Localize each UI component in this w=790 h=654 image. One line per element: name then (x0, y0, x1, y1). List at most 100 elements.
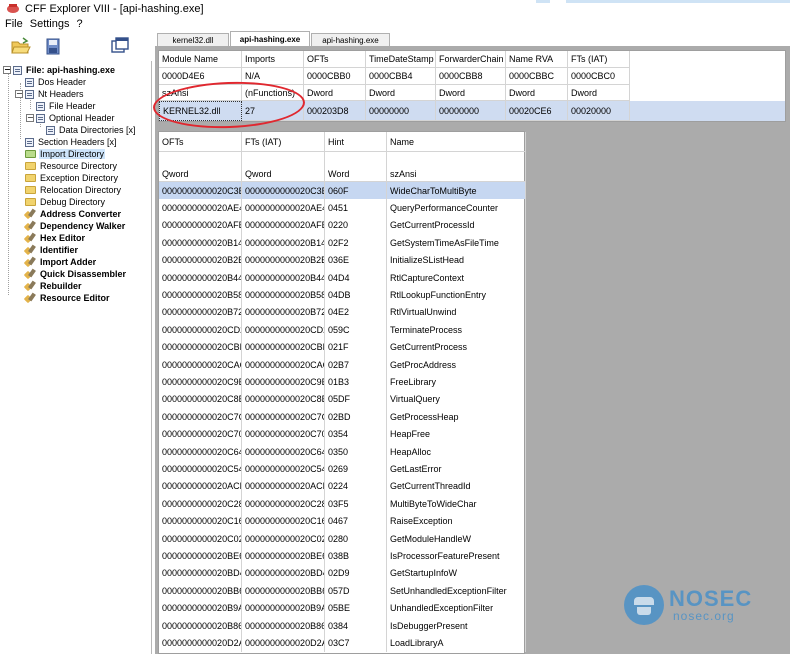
oft-cell[interactable]: 0000000000020BE6 (159, 547, 242, 565)
column-header-fts-iat[interactable]: FTs (IAT) (242, 132, 325, 152)
ft-iat-cell[interactable]: 0000000000020C3E (242, 182, 325, 200)
tree-item-section-headers[interactable]: Section Headers [x] (25, 136, 118, 148)
table-row[interactable]: 0000000000020CAC 0000000000020CAC 02B7 GetP… (159, 356, 526, 374)
hint-cell[interactable]: 04DB (325, 286, 387, 304)
imports-count-cell[interactable]: 27 (242, 101, 304, 121)
table-row[interactable]: 0000000000020ACE 0000000000020ACE 0224 GetC… (159, 477, 526, 496)
function-name-cell[interactable]: RtlCaptureContext (387, 269, 526, 287)
table-row[interactable]: 0000000000020C02 0000000000020C02 0280 GetM… (159, 530, 526, 548)
ft-iat-cell[interactable]: 0000000000020B44 (242, 269, 325, 287)
fts-iat-cell[interactable]: 00020000 (568, 101, 630, 121)
tab-api-hashing-active[interactable]: api-hashing.exe (230, 31, 310, 46)
table-row[interactable]: 0000000000020CBE 0000000000020CBE 021F GetC… (159, 338, 526, 356)
column-header-forwarderchain[interactable]: ForwarderChain (436, 51, 506, 68)
hint-cell[interactable]: 05BE (325, 599, 387, 617)
ft-iat-cell[interactable]: 0000000000020B9A (242, 599, 325, 617)
table-row[interactable]: 0000000000020AFE 0000000000020AFE 0220 GetC… (159, 216, 526, 235)
tree-item-debug-directory[interactable]: Debug Directory (25, 196, 106, 208)
hint-cell[interactable]: 03F5 (325, 495, 387, 513)
hint-cell[interactable]: 0451 (325, 199, 387, 217)
tab-kernel32[interactable]: kernel32.dll (157, 33, 229, 46)
table-row[interactable]: 0000000000020C54 0000000000020C54 0269 GetL… (159, 460, 526, 478)
table-row[interactable]: 0000000000020BE6 0000000000020BE6 038B IsPr… (159, 547, 526, 565)
table-row[interactable]: 0000000000020B72 0000000000020B72 04E2 RtlV… (159, 303, 526, 322)
function-name-cell[interactable]: IsProcessorFeaturePresent (387, 547, 526, 565)
tree-item-optional-header[interactable]: − Optional Header (26, 112, 116, 124)
ft-iat-cell[interactable]: 0000000000020C54 (242, 460, 325, 478)
hint-cell[interactable]: 04D4 (325, 269, 387, 287)
oft-cell[interactable]: 0000000000020CD2 (159, 321, 242, 339)
forwarderchain-cell[interactable]: 00000000 (436, 101, 506, 121)
hint-cell[interactable]: 0220 (325, 216, 387, 235)
hint-cell[interactable]: 036E (325, 251, 387, 269)
hint-cell[interactable]: 0280 (325, 530, 387, 548)
column-header-fts-iat[interactable]: FTs (IAT) (568, 51, 630, 68)
menu-file[interactable]: File (4, 18, 29, 30)
timedatestamp-cell[interactable]: 00000000 (366, 101, 436, 121)
hint-cell[interactable]: 02D9 (325, 564, 387, 583)
tab-api-hashing[interactable]: api-hashing.exe (311, 33, 390, 46)
collapse-icon[interactable]: − (15, 90, 23, 98)
ft-iat-cell[interactable]: 0000000000020C7C (242, 408, 325, 426)
function-name-cell[interactable]: GetCurrentProcess (387, 338, 526, 356)
ft-iat-cell[interactable]: 0000000000020C02 (242, 530, 325, 548)
hint-cell[interactable]: 02F2 (325, 234, 387, 252)
hint-cell[interactable]: 0467 (325, 512, 387, 530)
tree-item-hex-editor[interactable]: Hex Editor (25, 232, 86, 244)
ofts-cell[interactable]: 000203D8 (304, 101, 366, 121)
window-button[interactable] (107, 34, 133, 58)
oft-cell[interactable]: 0000000000020C3E (159, 182, 242, 200)
oft-cell[interactable]: 0000000000020B44 (159, 269, 242, 287)
ft-iat-cell[interactable]: 0000000000020C70 (242, 425, 325, 443)
oft-cell[interactable]: 0000000000020C70 (159, 425, 242, 443)
open-file-button[interactable] (8, 34, 34, 58)
ft-iat-cell[interactable]: 0000000000020B86 (242, 617, 325, 635)
ft-iat-cell[interactable]: 0000000000020CD2 (242, 321, 325, 339)
function-name-cell[interactable]: GetStartupInfoW (387, 564, 526, 583)
function-name-cell[interactable]: RaiseException (387, 512, 526, 530)
oft-cell[interactable]: 0000000000020CAC (159, 356, 242, 374)
function-name-cell[interactable]: GetCurrentProcessId (387, 216, 526, 235)
hint-cell[interactable]: 038B (325, 547, 387, 565)
hint-cell[interactable]: 0350 (325, 443, 387, 461)
tree-item-exception-directory[interactable]: Exception Directory (25, 172, 119, 184)
table-row[interactable]: 0000000000020B2E 0000000000020B2E 036E Init… (159, 251, 526, 269)
tree-item-file[interactable]: − File: api-hashing.exe (3, 64, 116, 76)
oft-cell[interactable]: 0000000000020B86 (159, 617, 242, 635)
hint-cell[interactable]: 0354 (325, 425, 387, 443)
ft-iat-cell[interactable]: 0000000000020B14 (242, 234, 325, 252)
function-name-cell[interactable]: GetModuleHandleW (387, 530, 526, 548)
menu-help[interactable]: ? (75, 18, 88, 30)
oft-cell[interactable]: 0000000000020AFE (159, 216, 242, 235)
hint-cell[interactable]: 060F (325, 182, 387, 200)
oft-cell[interactable]: 0000000000020CBE (159, 338, 242, 356)
ft-iat-cell[interactable]: 0000000000020C8E (242, 390, 325, 409)
hint-cell[interactable]: 0269 (325, 460, 387, 478)
table-row[interactable]: 0000000000020CD2 0000000000020CD2 059C Term… (159, 321, 526, 339)
tree-item-import-adder[interactable]: Import Adder (25, 256, 97, 268)
hint-cell[interactable]: 0224 (325, 477, 387, 496)
ft-iat-cell[interactable]: 0000000000020B72 (242, 303, 325, 322)
tree-item-import-directory[interactable]: Import Directory (25, 148, 106, 160)
table-row[interactable]: 0000000000020B14 0000000000020B14 02F2 GetS… (159, 234, 526, 252)
oft-cell[interactable]: 0000000000020BD4 (159, 564, 242, 583)
oft-cell[interactable]: 0000000000020B9A (159, 599, 242, 617)
hint-cell[interactable]: 021F (325, 338, 387, 356)
function-name-cell[interactable]: IsDebuggerPresent (387, 617, 526, 635)
table-row[interactable]: 0000000000020C16 0000000000020C16 0467 Rais… (159, 512, 526, 530)
table-row[interactable]: 0000000000020C64 0000000000020C64 0350 Heap… (159, 443, 526, 461)
table-row[interactable]: 0000000000020C3E 0000000000020C3E 060F Wide… (159, 182, 526, 200)
hint-cell[interactable]: 0384 (325, 617, 387, 635)
function-name-cell[interactable]: HeapAlloc (387, 443, 526, 461)
table-row[interactable]: 0000000000020B44 0000000000020B44 04D4 RtlC… (159, 269, 526, 287)
function-name-cell[interactable]: QueryPerformanceCounter (387, 199, 526, 217)
tree-item-data-directories[interactable]: Data Directories [x] (46, 124, 137, 136)
hint-cell[interactable]: 02BD (325, 408, 387, 426)
table-row[interactable]: 0000000000020B86 0000000000020B86 0384 IsDe… (159, 617, 526, 635)
oft-cell[interactable]: 0000000000020C02 (159, 530, 242, 548)
table-row[interactable]: 0000000000020BD4 0000000000020BD4 02D9 GetS… (159, 564, 526, 583)
function-name-cell[interactable]: TerminateProcess (387, 321, 526, 339)
function-name-cell[interactable]: UnhandledExceptionFilter (387, 599, 526, 617)
oft-cell[interactable]: 0000000000020AE4 (159, 199, 242, 217)
column-header-hint[interactable]: Hint (325, 132, 387, 152)
